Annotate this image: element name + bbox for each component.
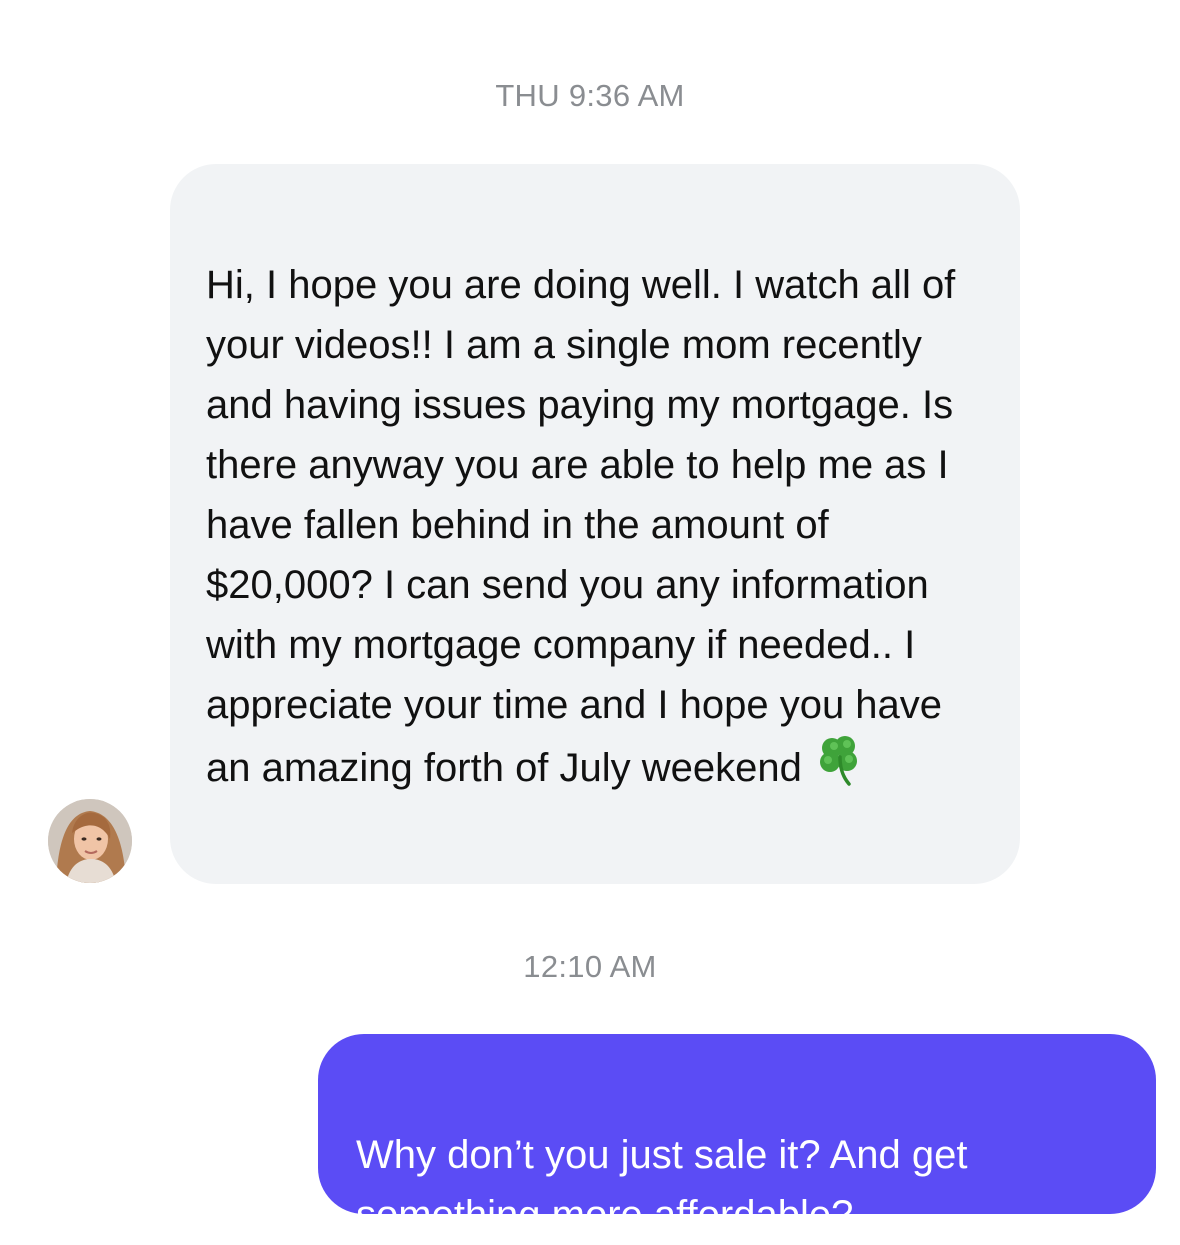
message-timestamp: THU 9:36 AM [495, 78, 685, 113]
outgoing-message-text: Why don’t you just sale it? And get some… [356, 1133, 968, 1237]
message-timestamp: 12:10 AM [523, 949, 657, 984]
incoming-message-text: Hi, I hope you are doing well. I watch a… [206, 263, 956, 790]
outgoing-message-bubble[interactable]: Why don’t you just sale it? And get some… [318, 1034, 1156, 1237]
incoming-message-bubble[interactable]: Hi, I hope you are doing well. I watch a… [170, 164, 1020, 884]
profile-photo-icon [48, 799, 132, 883]
sender-avatar[interactable] [48, 799, 132, 883]
four-leaf-clover-icon [816, 735, 864, 804]
